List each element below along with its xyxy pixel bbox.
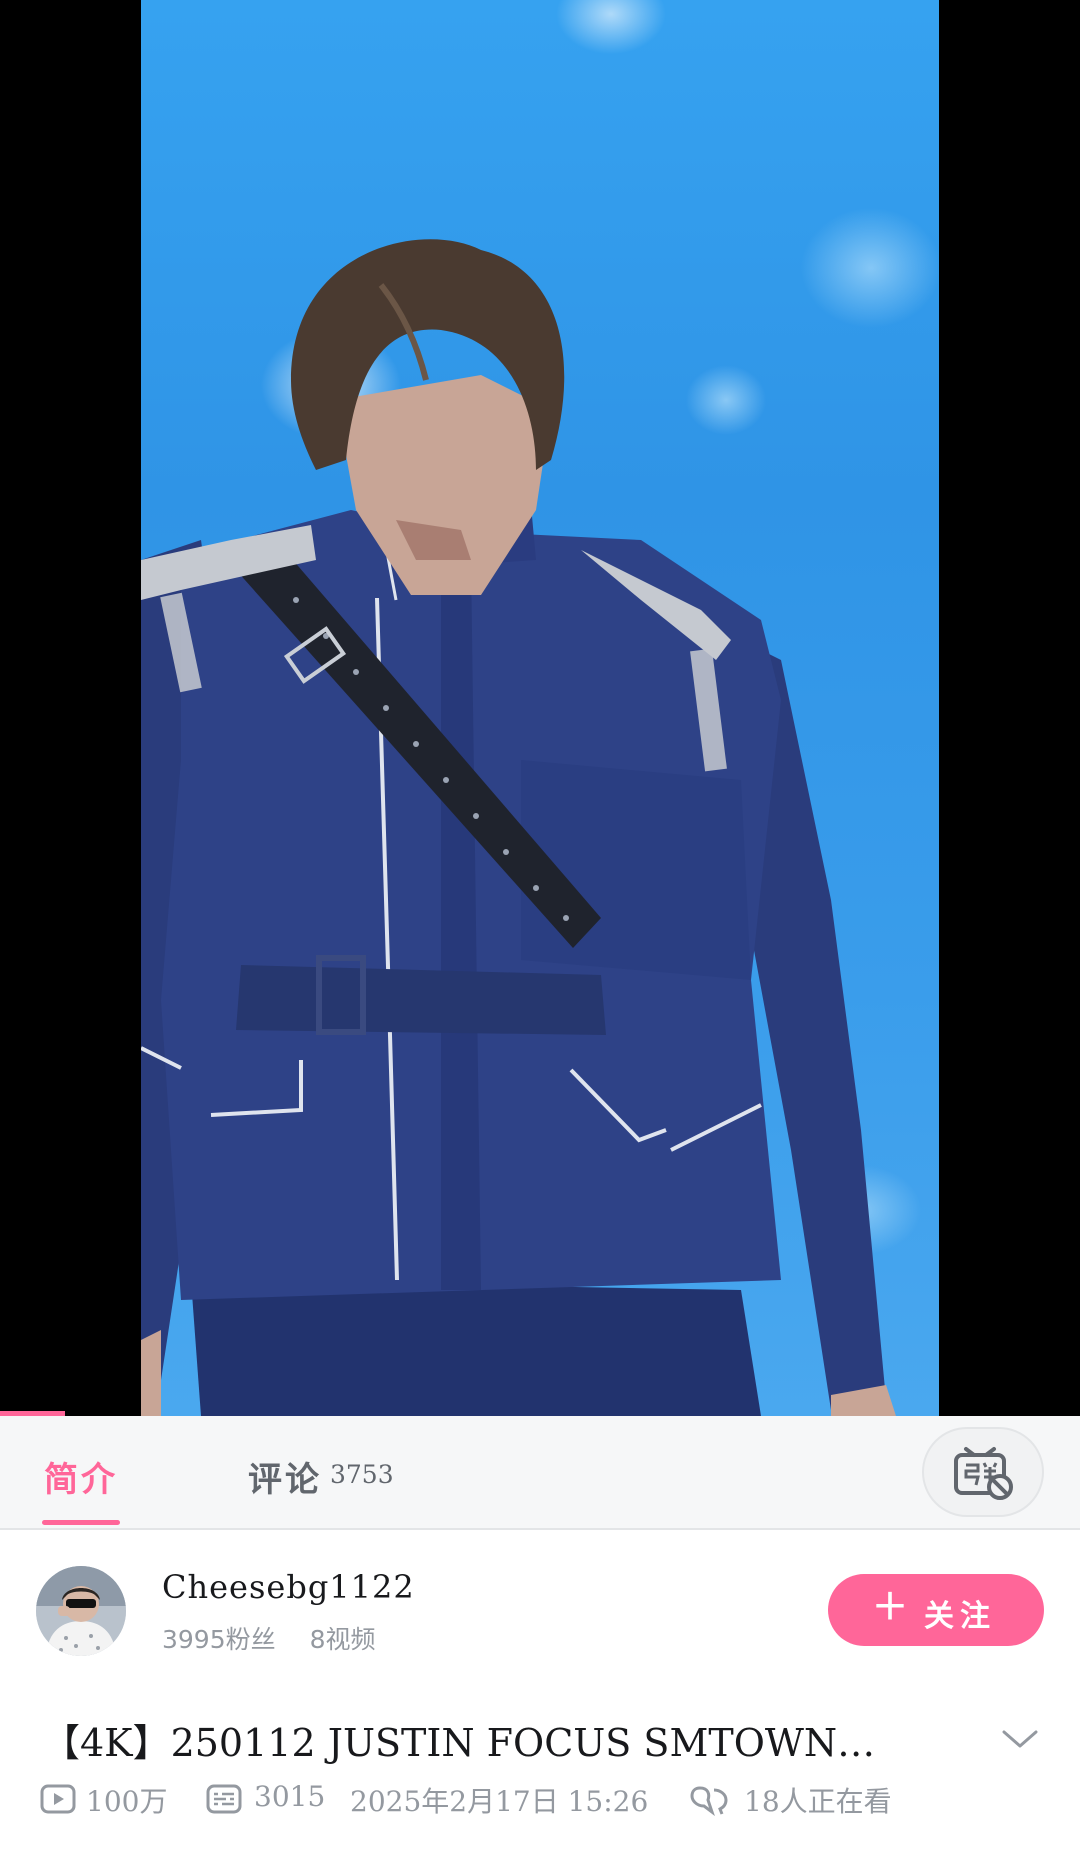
comments-count: 3753 [330, 1460, 394, 1489]
view-count: 100万 [86, 1785, 168, 1818]
danmaku-toggle-button[interactable] [922, 1427, 1044, 1517]
video-frame[interactable] [141, 0, 939, 1416]
follow-button[interactable]: ＋ 关注 [828, 1574, 1044, 1646]
video-title[interactable]: 【4K】250112 JUSTIN FOCUS SMTOWN… [42, 1712, 962, 1767]
danmaku-count-icon [206, 1784, 242, 1814]
watching-users-icon [690, 1786, 728, 1816]
watching-now: 18人正在看 [744, 1785, 892, 1818]
uploader-stats: 3995粉丝 8视频 [162, 1620, 401, 1656]
danmaku-off-icon [954, 1447, 1013, 1500]
tab-comments[interactable]: 评论 [248, 1452, 322, 1501]
uploader-video-count: 8视频 [309, 1625, 376, 1654]
play-count-icon [40, 1784, 76, 1814]
danmaku-count: 3015 [254, 1780, 326, 1813]
uploader-fans-count: 3995粉丝 [162, 1625, 276, 1654]
publish-time: 2025年2月17日 15:26 [350, 1785, 649, 1818]
tab-active-indicator [42, 1520, 120, 1525]
tab-intro[interactable]: 简介 [44, 1452, 118, 1501]
chevron-down-icon[interactable] [1000, 1724, 1040, 1754]
uploader-avatar[interactable] [36, 1566, 126, 1656]
follow-button-label: 关注 [924, 1599, 996, 1634]
uploader-name[interactable]: Cheesebg1122 [162, 1568, 415, 1606]
avatar-image [36, 1566, 126, 1656]
plus-icon: ＋ [872, 1587, 909, 1628]
tab-bar: 简介 评论 3753 [0, 1416, 1080, 1530]
video-performer-image [141, 239, 896, 1416]
video-player[interactable] [0, 0, 1080, 1416]
